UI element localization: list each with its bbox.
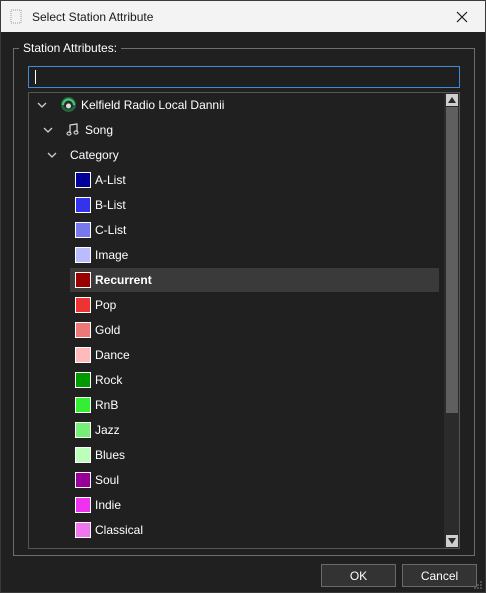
- scroll-down-button[interactable]: [446, 535, 458, 547]
- category-entry-label: Gold: [95, 323, 121, 337]
- app-icon: [10, 9, 22, 24]
- resize-grip-icon[interactable]: [473, 580, 483, 590]
- category-entry-label: Recurrent: [95, 273, 152, 287]
- station-icon: [61, 97, 76, 112]
- close-icon: [456, 11, 468, 22]
- chevron-down-icon[interactable]: [36, 99, 48, 111]
- color-swatch: [75, 422, 91, 438]
- tree-item-station[interactable]: Kelfield Radio Local Dannii: [29, 93, 442, 117]
- category-entry-label: Classical: [95, 523, 144, 537]
- category-entry-label: Image: [95, 248, 129, 262]
- chevron-down-icon[interactable]: [42, 124, 54, 136]
- category-entry-label: Rock: [95, 373, 123, 387]
- category-entry-label: Soul: [95, 473, 120, 487]
- category-entry-label: Jazz: [95, 423, 120, 437]
- tree-item-category-entry[interactable]: B-List: [29, 193, 442, 217]
- station-label: Kelfield Radio Local Dannii: [81, 98, 225, 112]
- vertical-scrollbar[interactable]: [444, 93, 459, 548]
- dialog-window: Select Station Attribute Station Attribu…: [0, 0, 486, 593]
- tree-item-category-entry[interactable]: Rock: [29, 368, 442, 392]
- tree-item-category-entry[interactable]: Classical: [29, 518, 442, 542]
- color-swatch: [75, 222, 91, 238]
- tree-item-category-entry[interactable]: RnB: [29, 393, 442, 417]
- window-title: Select Station Attribute: [32, 10, 154, 24]
- chevron-down-icon[interactable]: [46, 149, 58, 161]
- dialog-content: Station Attributes: Kelfield Radio Local…: [1, 32, 485, 592]
- color-swatch: [75, 472, 91, 488]
- color-swatch: [75, 197, 91, 213]
- attribute-tree[interactable]: Kelfield Radio Local Dannii Song Categor…: [28, 92, 460, 549]
- tree-item-category-entry[interactable]: Pop: [29, 293, 442, 317]
- tree-item-category-entry[interactable]: Dance: [29, 343, 442, 367]
- category-entry-label: RnB: [95, 398, 119, 412]
- color-swatch: [75, 297, 91, 313]
- group-label: Station Attributes:: [19, 41, 122, 55]
- song-label: Song: [85, 123, 114, 137]
- color-swatch: [75, 397, 91, 413]
- tree-item-category-entry[interactable]: Recurrent: [29, 268, 442, 292]
- color-swatch: [75, 322, 91, 338]
- text-caret: [35, 70, 36, 84]
- category-entry-label: Dance: [95, 348, 130, 362]
- tree-item-category-entry[interactable]: Indie: [29, 493, 442, 517]
- cancel-button[interactable]: Cancel: [402, 564, 477, 587]
- tree-item-category-entry[interactable]: C-List: [29, 218, 442, 242]
- color-swatch: [75, 497, 91, 513]
- music-note-icon: [66, 123, 79, 136]
- tree-item-song[interactable]: Song: [29, 118, 442, 142]
- category-entry-label: A-List: [95, 173, 126, 187]
- triangle-down-icon: [448, 538, 456, 544]
- tree-item-category-entry[interactable]: Image: [29, 243, 442, 267]
- category-entry-label: C-List: [95, 223, 127, 237]
- tree-item-category-entry[interactable]: Jazz: [29, 418, 442, 442]
- color-swatch: [75, 247, 91, 263]
- search-input[interactable]: [28, 66, 460, 88]
- scrollbar-thumb[interactable]: [446, 107, 458, 413]
- tree-item-category-entry[interactable]: A-List: [29, 168, 442, 192]
- color-swatch: [75, 447, 91, 463]
- category-entry-label: Blues: [95, 448, 126, 462]
- category-entry-label: Pop: [95, 298, 117, 312]
- tree-item-category[interactable]: Category: [29, 143, 442, 167]
- color-swatch: [75, 272, 91, 288]
- color-swatch: [75, 372, 91, 388]
- ok-button[interactable]: OK: [321, 564, 396, 587]
- tree-item-category-entry[interactable]: Soul: [29, 468, 442, 492]
- category-entry-label: Indie: [95, 498, 122, 512]
- scroll-up-button[interactable]: [446, 94, 458, 106]
- title-bar: Select Station Attribute: [1, 1, 485, 32]
- tree-item-category-entry[interactable]: Gold: [29, 318, 442, 342]
- category-entry-label: B-List: [95, 198, 126, 212]
- color-swatch: [75, 522, 91, 538]
- color-swatch: [75, 347, 91, 363]
- category-label: Category: [70, 148, 119, 162]
- close-button[interactable]: [439, 1, 485, 32]
- triangle-up-icon: [448, 97, 456, 103]
- color-swatch: [75, 172, 91, 188]
- tree-item-category-entry[interactable]: Blues: [29, 443, 442, 467]
